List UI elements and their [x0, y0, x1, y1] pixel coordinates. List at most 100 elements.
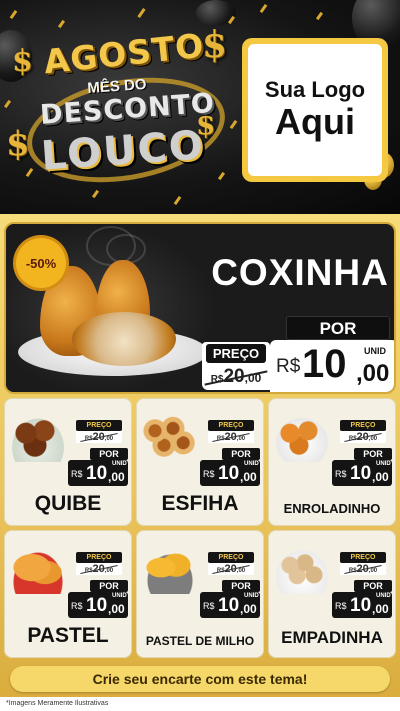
promo-header: $ $ $ $ AGOSTO MÊS DO DESCONTO LOUCO Sua… [0, 0, 400, 214]
new-price-cents: ,00 [240, 470, 257, 484]
product-card-4[interactable]: PREÇO R$20,00 POR R$ 10 UNID ,00 PASTEL [4, 530, 132, 658]
old-price-cents: ,00 [236, 436, 246, 442]
old-price-label: PREÇO [208, 420, 254, 431]
new-price-currency: R$ [335, 601, 347, 611]
offers-panel: -50% COXINHA PREÇO R$20,00 POR R$ 10 UNI… [0, 214, 400, 711]
old-price-label: PREÇO [206, 344, 266, 363]
confetti-decoration [259, 3, 268, 14]
new-price-currency: R$ [203, 469, 215, 479]
new-price-cents: ,00 [240, 602, 257, 616]
new-price-int: 10 [218, 463, 240, 484]
new-price-cents: ,00 [372, 602, 389, 616]
old-price-cents: ,00 [104, 436, 114, 442]
old-price: R$20,00 [340, 563, 386, 575]
product-card-2[interactable]: PREÇO R$20,00 POR R$ 10 UNID ,00 ESFIHA [136, 398, 264, 526]
old-price-label: PREÇO [340, 552, 386, 563]
old-price: R$20,00 [76, 431, 122, 443]
new-price-int: 10 [350, 463, 372, 484]
old-price: R$20,00 [208, 431, 254, 443]
food-image [140, 546, 200, 594]
new-price-label: POR [286, 316, 390, 340]
product-name: PASTEL [27, 624, 109, 647]
product-name: ENROLADINHO [283, 501, 381, 516]
logo-text-line1: Sua Logo [264, 77, 366, 103]
new-price-cents: ,00 [372, 470, 389, 484]
new-price-currency: R$ [276, 356, 301, 377]
product-card-6[interactable]: PREÇO R$20,00 POR R$ 10 UNID ,00 EMPADIN… [268, 530, 396, 658]
old-price: R$20,00 [340, 431, 386, 443]
food-image [140, 414, 200, 462]
old-price: R$20,00 [202, 364, 270, 390]
product-name: EMPADINHA [281, 628, 383, 647]
unit-label: UNID [376, 593, 391, 599]
title-agosto: AGOSTO [41, 25, 207, 82]
featured-product-card[interactable]: -50% COXINHA PREÇO R$20,00 POR R$ 10 UNI… [4, 222, 396, 394]
confetti-decoration [229, 119, 238, 130]
food-image [8, 546, 68, 594]
new-price-int: 10 [86, 463, 108, 484]
new-price-label: POR [354, 580, 392, 592]
new-price-int: 10 [302, 342, 347, 386]
confetti-decoration [3, 99, 12, 109]
new-price-cents: ,00 [108, 602, 125, 616]
product-card-3[interactable]: PREÇO R$20,00 POR R$ 10 UNID ,00 ENROLAD… [268, 398, 396, 526]
product-card-5[interactable]: PREÇO R$20,00 POR R$ 10 UNID ,00 PASTEL … [136, 530, 264, 658]
new-price-label: POR [90, 448, 128, 460]
new-price: R$ 10 UNID ,00 [332, 460, 392, 486]
new-price-label: POR [354, 448, 392, 460]
new-price-currency: R$ [71, 469, 83, 479]
new-price: R$ 10 UNID ,00 [200, 592, 260, 618]
old-price-label: PREÇO [76, 420, 122, 431]
old-price-label: PREÇO [340, 420, 386, 431]
new-price-label: POR [222, 580, 260, 592]
confetti-decoration [57, 19, 66, 29]
old-price-label: PREÇO [208, 552, 254, 563]
old-price: R$20,00 [76, 563, 122, 575]
old-price-cents: ,00 [236, 568, 246, 574]
cta-banner[interactable]: Crie seu encarte com este tema! [10, 666, 390, 692]
new-price-cents: ,00 [356, 360, 390, 387]
food-image [272, 546, 332, 594]
product-grid: PREÇO R$20,00 POR R$ 10 UNID ,00 QUIBE P… [4, 398, 396, 662]
new-price: R$ 10 UNID ,00 [68, 592, 128, 618]
unit-label: UNID [112, 461, 127, 467]
discount-badge: -50% [16, 238, 66, 288]
new-price: R$ 10 UNID ,00 [200, 460, 260, 486]
new-price: R$ 10 UNID ,00 [332, 592, 392, 618]
new-price-label: POR [90, 580, 128, 592]
product-name: PASTEL DE MILHO [145, 634, 255, 648]
food-image [8, 414, 68, 462]
old-price-cents: ,00 [368, 436, 378, 442]
confetti-decoration [137, 8, 146, 18]
product-name: QUIBE [34, 492, 102, 515]
unit-label: UNID [112, 593, 127, 599]
new-price-currency: R$ [71, 601, 83, 611]
logo-placeholder-inner: Sua Logo Aqui [248, 44, 382, 176]
promo-title: AGOSTO MÊS DO DESCONTO LOUCO [18, 25, 234, 198]
new-price-int: 10 [86, 595, 108, 616]
old-price: R$20,00 [208, 563, 254, 575]
new-price-int: 10 [350, 595, 372, 616]
confetti-decoration [9, 9, 18, 20]
new-price-currency: R$ [203, 601, 215, 611]
new-price-label: POR [222, 448, 260, 460]
unit-label: UNID [244, 593, 259, 599]
product-name: ESFIHA [161, 492, 239, 515]
old-price-cents: ,00 [368, 568, 378, 574]
confetti-decoration [315, 11, 324, 21]
disclaimer-text: *Imagens Meramente Ilustrativas [0, 697, 400, 711]
food-image [272, 414, 332, 462]
old-price-label: PREÇO [76, 552, 122, 563]
new-price-int: 10 [218, 595, 240, 616]
old-price-cents: ,00 [104, 568, 114, 574]
new-price-currency: R$ [335, 469, 347, 479]
new-price: R$ 10 UNID ,00 [270, 340, 394, 392]
featured-product-name: COXINHA [211, 252, 389, 293]
new-price-cents: ,00 [108, 470, 125, 484]
unit-label: UNID [244, 461, 259, 467]
product-card-1[interactable]: PREÇO R$20,00 POR R$ 10 UNID ,00 QUIBE [4, 398, 132, 526]
logo-text-line2: Aqui [275, 101, 355, 143]
logo-placeholder[interactable]: Sua Logo Aqui [242, 38, 388, 182]
unit-label: UNID [364, 346, 386, 356]
coxinha-cut-image [72, 312, 176, 366]
